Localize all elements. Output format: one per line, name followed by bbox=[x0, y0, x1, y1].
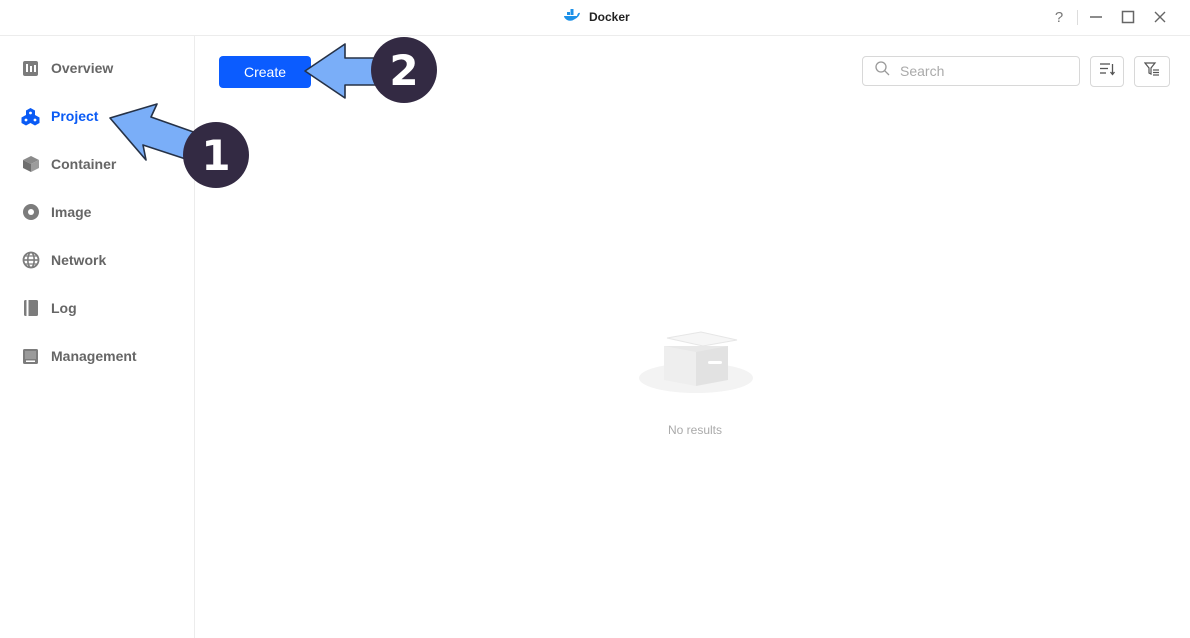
network-icon bbox=[21, 251, 40, 270]
minimize-icon[interactable] bbox=[1080, 6, 1112, 28]
sort-icon bbox=[1099, 61, 1116, 82]
sidebar-item-label: Project bbox=[51, 108, 99, 124]
sidebar: Overview Project Container Image Network… bbox=[0, 36, 195, 638]
main-content: Create No results bbox=[195, 36, 1190, 638]
docker-whale-icon bbox=[563, 8, 581, 26]
sidebar-item-label: Container bbox=[51, 156, 117, 172]
sidebar-item-label: Network bbox=[51, 252, 107, 268]
maximize-icon[interactable] bbox=[1112, 6, 1144, 28]
close-icon[interactable] bbox=[1144, 6, 1176, 28]
filter-button[interactable] bbox=[1134, 56, 1170, 87]
project-icon bbox=[21, 107, 40, 126]
sidebar-item-project[interactable]: Project bbox=[21, 105, 191, 127]
sidebar-item-log[interactable]: Log bbox=[21, 297, 191, 319]
help-icon[interactable]: ? bbox=[1043, 6, 1075, 28]
sidebar-item-label: Log bbox=[51, 300, 77, 316]
search-icon bbox=[875, 61, 890, 81]
overview-icon bbox=[21, 59, 40, 78]
window-controls: ? bbox=[1043, 6, 1176, 28]
log-icon bbox=[21, 299, 40, 318]
sidebar-item-overview[interactable]: Overview bbox=[21, 57, 191, 79]
sort-button[interactable] bbox=[1090, 56, 1124, 87]
title-bar: Docker ? bbox=[0, 0, 1190, 36]
create-button[interactable]: Create bbox=[219, 56, 311, 88]
empty-box-illustration bbox=[637, 328, 755, 394]
search-box[interactable] bbox=[862, 56, 1080, 86]
sidebar-item-label: Management bbox=[51, 348, 137, 364]
sidebar-item-label: Image bbox=[51, 204, 92, 220]
sidebar-item-network[interactable]: Network bbox=[21, 249, 191, 271]
empty-state-text: No results bbox=[667, 423, 723, 437]
sidebar-item-management[interactable]: Management bbox=[21, 345, 191, 367]
search-input[interactable] bbox=[898, 62, 1072, 80]
help-label: ? bbox=[1054, 8, 1064, 26]
titlebar-divider bbox=[1077, 9, 1078, 25]
filter-icon bbox=[1143, 61, 1160, 82]
app-title: Docker bbox=[563, 8, 630, 26]
sidebar-item-label: Overview bbox=[51, 60, 114, 76]
sidebar-item-image[interactable]: Image bbox=[21, 201, 191, 223]
image-icon bbox=[21, 203, 40, 222]
window-title: Docker bbox=[589, 10, 630, 24]
sidebar-item-container[interactable]: Container bbox=[21, 153, 191, 175]
management-icon bbox=[21, 347, 40, 366]
container-icon bbox=[21, 155, 40, 174]
